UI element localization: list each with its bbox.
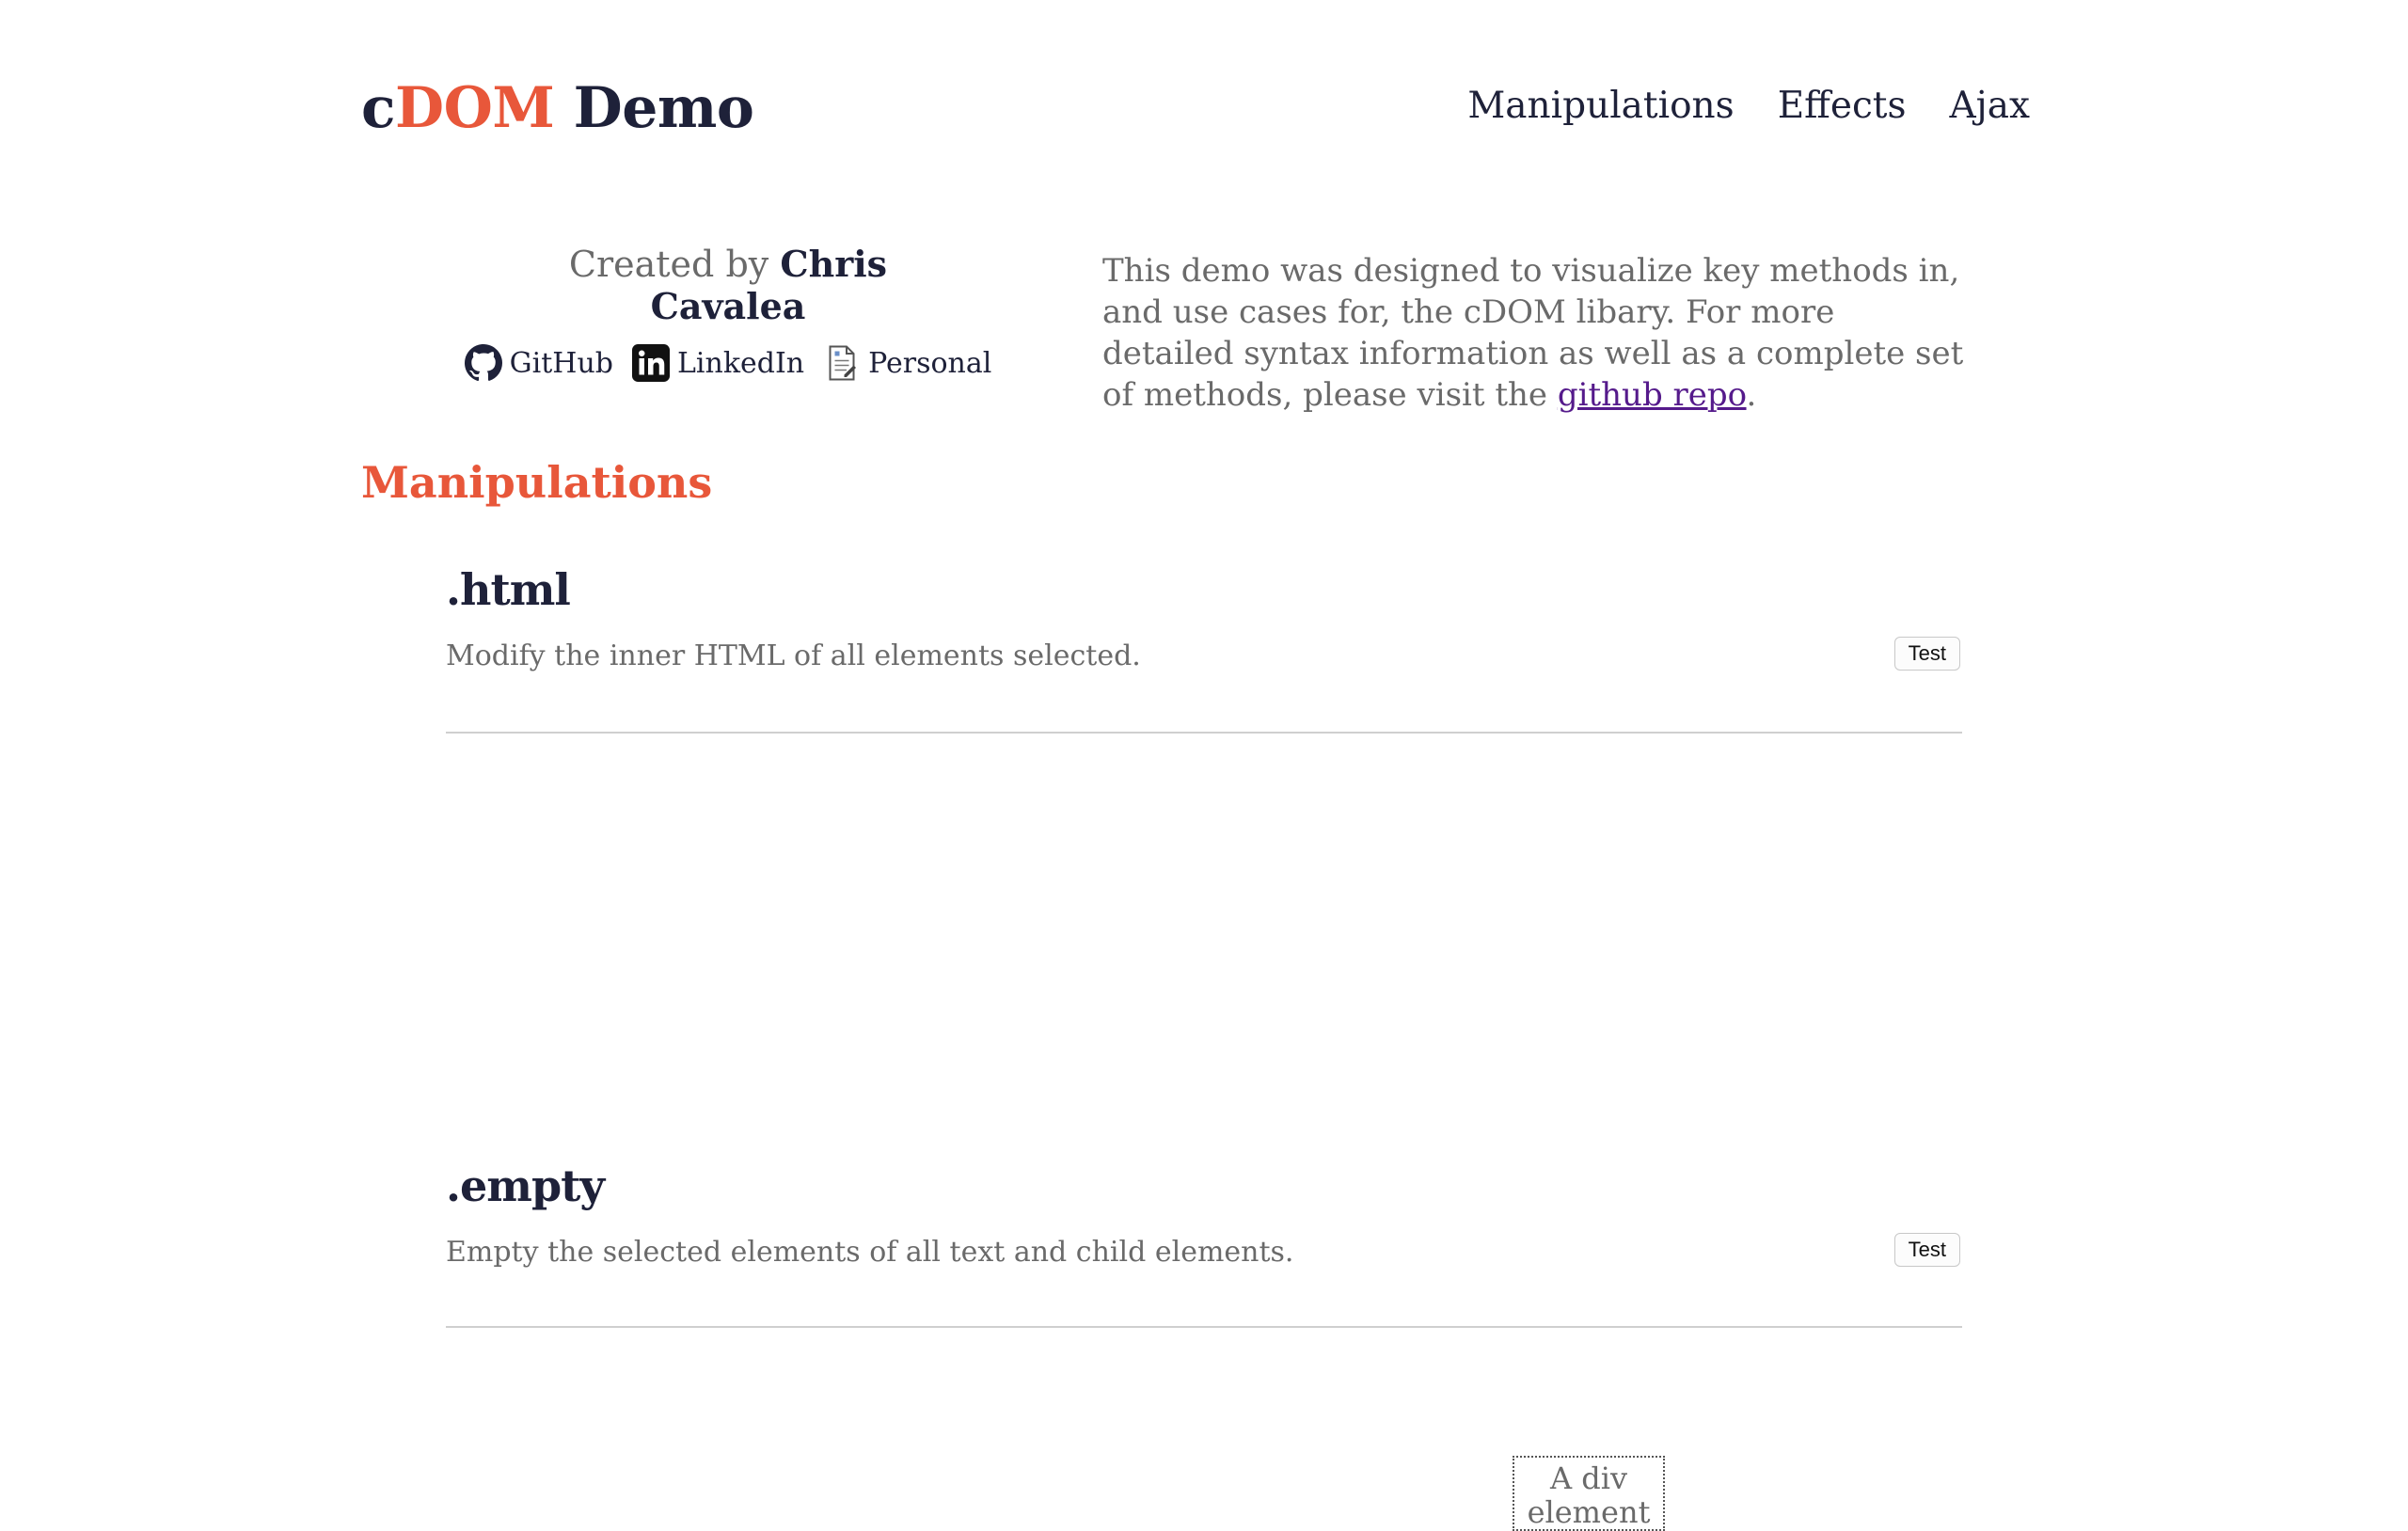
linkedin-icon [631,344,670,382]
method-description: Empty the selected elements of all text … [446,1236,1294,1269]
created-by-label: Created by [568,244,769,285]
nav-manipulations[interactable]: Manipulations [1467,85,1734,127]
linkedin-label: LinkedIn [676,346,805,380]
test-html-button[interactable]: Test [1893,637,1960,671]
demo-div-element: A div element [1513,1456,1665,1531]
method-row: Modify the inner HTML of all elements se… [446,637,1962,677]
nav-ajax[interactable]: Ajax [1949,85,2030,127]
github-icon [464,344,502,382]
github-repo-link[interactable]: github repo [1558,376,1747,414]
personal-link[interactable]: Personal [823,344,991,382]
profile-links: GitHub LinkedIn Personal [464,344,991,382]
brand-accent: DOM [395,75,555,141]
test-empty-button[interactable]: Test [1893,1233,1960,1267]
document-icon [829,345,857,381]
nav-effects[interactable]: Effects [1778,85,1907,127]
blurb-end: . [1746,376,1757,414]
linkedin-link[interactable]: LinkedIn [631,344,805,382]
method-row: Empty the selected elements of all text … [446,1233,1962,1273]
brand-suffix: Demo [573,75,754,141]
top-nav: Manipulations Effects Ajax [1467,85,2030,127]
credit-line: Created by Chris Cavalea [489,243,967,327]
method-html: .html Modify the inner HTML of all eleme… [446,564,1962,734]
section-title-manipulations: Manipulations [361,457,713,508]
site-logo[interactable]: cDOM Demo [361,75,754,141]
page: cDOM Demo Manipulations Effects Ajax Cre… [0,0,2408,1531]
intro-blurb: This demo was designed to visualize key … [1102,250,1968,416]
personal-label: Personal [868,346,992,380]
github-link[interactable]: GitHub [464,344,613,382]
blurb-text: This demo was designed to visualize key … [1102,252,1964,414]
method-title: .empty [446,1160,605,1211]
method-divider [446,732,1962,734]
github-label: GitHub [509,346,613,380]
method-title: .html [446,564,571,615]
method-empty: .empty Empty the selected elements of al… [446,1160,1962,1328]
author-credit: Created by Chris Cavalea GitHub LinkedIn… [464,243,991,382]
method-description: Modify the inner HTML of all elements se… [446,639,1141,672]
method-divider [446,1326,1962,1328]
brand-prefix: c [361,75,396,141]
